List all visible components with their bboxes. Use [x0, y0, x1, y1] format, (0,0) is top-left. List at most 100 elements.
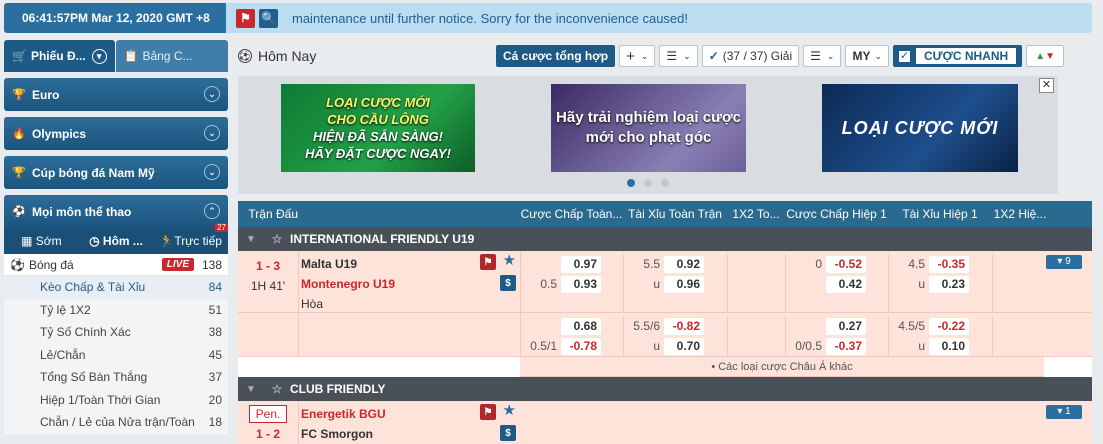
league-header[interactable]: ▼ ☆ CLUB FRIENDLY	[238, 377, 1092, 401]
collapse-triangle-icon[interactable]: ▼	[238, 384, 264, 395]
tab-live[interactable]: 🏃Trực tiếp 27	[153, 223, 229, 248]
star-icon[interactable]: ☆	[264, 232, 290, 246]
banner-line: mới cho phạt góc	[585, 129, 712, 146]
away-team[interactable]: Montenegro U19	[299, 274, 520, 294]
running-man-icon[interactable]: ⚑	[236, 8, 255, 28]
tab-statement[interactable]: 📋 Bảng C...	[115, 40, 228, 72]
match-row: 1 - 3 1H 41' Malta U19 Montenegro U19 Hò…	[238, 251, 1092, 313]
sport-soccer[interactable]: ⚽ Bóng đá LIVE 138	[4, 254, 228, 276]
odds-button[interactable]: 0.96	[664, 275, 704, 293]
star-icon[interactable]: ★	[503, 401, 516, 419]
list-icon: ☰	[810, 49, 821, 63]
check-icon: ✓	[708, 49, 719, 63]
star-icon[interactable]: ☆	[264, 382, 290, 396]
promo-carousel: LOẠI CƯỢC MỚI CHO CẦU LÔNG HIỆN ĐÃ SẴN SÀN…	[238, 76, 1058, 194]
promo-banner-badminton[interactable]: LOẠI CƯỢC MỚI CHO CẦU LÔNG HIỆN ĐÃ SẴN SÀN…	[281, 84, 475, 172]
cashout-icon[interactable]: $	[500, 425, 516, 441]
odds-button[interactable]: -0.78	[561, 337, 601, 355]
odds-type-button[interactable]: MY ⌄	[845, 45, 889, 67]
tab-early[interactable]: ▦ Sớm	[4, 234, 79, 248]
live-stream-icon[interactable]: ⚑	[480, 404, 496, 420]
clock: 06:41:57PM Mar 12, 2020 GMT +8	[4, 3, 226, 33]
close-icon[interactable]: ✕	[1039, 78, 1054, 93]
sport-market-item[interactable]: Tổng Số Bàn Thắng 37	[4, 366, 228, 389]
cashout-icon[interactable]: $	[500, 275, 516, 291]
sort-updown-button[interactable]: ▲ ▼	[1026, 45, 1064, 67]
sport-market-item[interactable]: Chẵn / Lẻ của Nửa trận/Toàn 18	[4, 411, 228, 434]
tab-today[interactable]: ◷ Hôm ...	[79, 234, 154, 248]
odds-cell: u 0.23	[889, 274, 992, 294]
odds-cell: 0.68	[521, 316, 623, 336]
odds-button[interactable]: -0.37	[826, 337, 866, 355]
odds-cell: u 0.70	[624, 336, 727, 356]
other-asian-markets-link[interactable]: • Các loại cược Châu Á khác	[520, 357, 1044, 377]
view-mode-button[interactable]: ☰ ⌄	[803, 45, 842, 67]
sidebar-group-euro[interactable]: 🏆 Euro ⌄	[4, 78, 228, 111]
sidebar-group-copa-america[interactable]: 🏆 Cúp bóng đá Nam Mỹ ⌄	[4, 156, 228, 189]
more-markets-button[interactable]: ▾ 1	[1046, 405, 1082, 419]
combo-bet-button[interactable]: Cá cược tổng hợp	[495, 45, 616, 67]
sidebar-group-olympics[interactable]: 🔥 Olympics ⌄	[4, 117, 228, 150]
tab-bet-slip[interactable]: 🛒 Phiếu Đ... ▾	[4, 40, 115, 72]
odds-button[interactable]: 0.92	[664, 255, 704, 273]
checkbox-checked-icon[interactable]: ✓	[898, 49, 911, 63]
handicap-value: 4.5/5	[898, 319, 925, 333]
odds-button[interactable]: 0.93	[561, 275, 601, 293]
league-filter-button[interactable]: ✓ (37 / 37) Giải	[701, 45, 800, 67]
promo-banner-corners[interactable]: Hãy trải nghiệm loại cược mới cho phạt gó…	[551, 84, 746, 172]
sport-market-item[interactable]: Tỷ lệ 1X2 51	[4, 298, 228, 321]
odds-button[interactable]: 0.23	[929, 275, 969, 293]
odds-button[interactable]: 0.27	[826, 317, 866, 335]
live-badge: LIVE	[161, 258, 194, 271]
sport-market-item[interactable]: Hiệp 1/Toàn Thời Gian 20	[4, 388, 228, 411]
sidebar-group-all-sports[interactable]: ⚽ Mọi môn thể thao ⌃	[4, 195, 228, 228]
chevron-down-icon: ⌄	[874, 50, 882, 61]
odds-button[interactable]: -0.52	[826, 255, 866, 273]
add-button[interactable]: + ⌄	[619, 45, 656, 67]
league-name: CLUB FRIENDLY	[290, 382, 386, 396]
sport-market-item[interactable]: Lẻ/Chẵn 45	[4, 343, 228, 366]
search-icon[interactable]: 🔍	[259, 8, 278, 28]
chevron-down-icon[interactable]: ⌄	[204, 164, 220, 180]
chevron-up-icon[interactable]: ⌃	[204, 203, 220, 219]
match-status: 1 - 3 1H 41'	[238, 251, 298, 312]
odds-button[interactable]: 0.97	[561, 255, 601, 273]
odds-button[interactable]: -0.82	[664, 317, 704, 335]
carousel-dot[interactable]	[627, 179, 635, 187]
promo-banner-new-bet[interactable]: LOẠI CƯỢC MỚI	[822, 84, 1018, 172]
sport-market-item[interactable]: Kèo Chấp & Tài Xỉu 84	[4, 276, 228, 299]
handicap-value: 5.5/6	[633, 319, 660, 333]
chevron-down-icon[interactable]: ▾	[91, 48, 107, 64]
cup-icon: 🏆	[12, 167, 26, 179]
tab-today-label: Hôm ...	[102, 234, 143, 248]
odds-button[interactable]: 0.70	[664, 337, 704, 355]
banner-line: HIỆN ĐÃ SẴN SÀNG!	[312, 129, 443, 144]
arrow-up-down-icon: ▲	[1035, 50, 1046, 62]
sport-count: 138	[201, 257, 222, 272]
column-header-ou-ft: Tài Xỉu Toàn Trận	[628, 207, 722, 221]
odds-column	[728, 254, 786, 312]
arrow-down-icon: ▼	[1045, 50, 1055, 62]
page-title: ⚽ Hôm Nay	[238, 48, 316, 64]
quick-bet-toggle[interactable]: ✓ CƯỢC NHANH	[893, 45, 1023, 67]
away-team[interactable]: FC Smorgon	[299, 424, 520, 444]
sport-market-item[interactable]: Tỷ Số Chính Xác 38	[4, 321, 228, 344]
live-stream-icon[interactable]: ⚑	[480, 254, 496, 270]
carousel-dot[interactable]	[644, 179, 652, 187]
odds-button[interactable]: 0.68	[561, 317, 601, 335]
odds-cell: 0 -0.52	[786, 254, 888, 274]
odds-button[interactable]: 0.10	[929, 337, 969, 355]
sport-market-label: Lẻ/Chẵn	[40, 347, 86, 362]
chevron-down-icon[interactable]: ⌄	[204, 125, 220, 141]
odds-button[interactable]: -0.22	[929, 317, 969, 335]
league-header[interactable]: ▼ ☆ INTERNATIONAL FRIENDLY U19	[238, 227, 1092, 251]
handicap-value: 0.5	[540, 277, 557, 291]
more-markets-button[interactable]: ▾ 9	[1046, 255, 1082, 269]
sort-button[interactable]: ☰ ⌄	[659, 45, 698, 67]
odds-button[interactable]: 0.42	[826, 275, 866, 293]
carousel-dot[interactable]	[661, 179, 669, 187]
collapse-triangle-icon[interactable]: ▼	[238, 234, 264, 245]
star-icon[interactable]: ★	[503, 251, 516, 269]
odds-button[interactable]: -0.35	[929, 255, 969, 273]
chevron-down-icon[interactable]: ⌄	[204, 86, 220, 102]
